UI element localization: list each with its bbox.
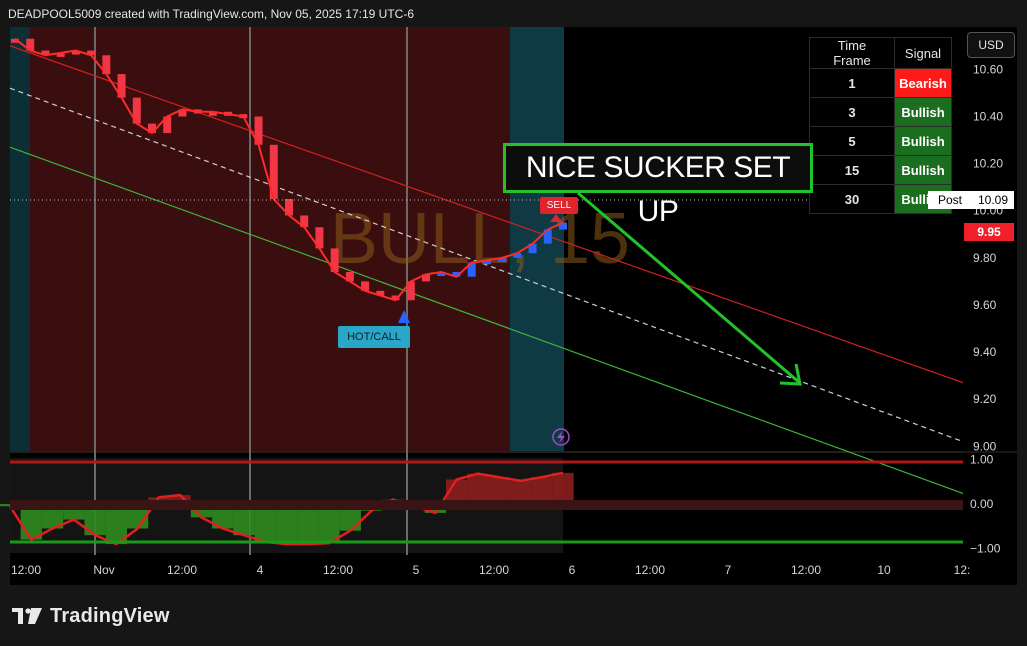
price-tick-label: 9.60 <box>973 298 997 312</box>
post-market-label: Post <box>928 191 972 209</box>
osc-tick-label: 0.00 <box>970 497 994 511</box>
time-tick-label: 7 <box>725 563 732 577</box>
table-row: 1 Bearish <box>809 68 952 98</box>
osc-zero-band <box>10 500 963 510</box>
timeframe-cell: 1 <box>809 68 895 98</box>
price-tick-label: 9.40 <box>973 345 997 359</box>
signals-table: Time Frame Signal 1 Bearish 3 Bullish 5 … <box>809 37 952 214</box>
hot-call-label: HOT/CALL <box>338 326 410 348</box>
time-tick-label: 5 <box>413 563 420 577</box>
table-row: 5 Bullish <box>809 126 952 156</box>
time-tick-label: 12:00 <box>323 563 353 577</box>
price-tick-label: 10.60 <box>973 62 1003 76</box>
table-row: 15 Bullish <box>809 155 952 185</box>
tradingview-logo: TradingView <box>12 604 170 628</box>
time-tick-label: 12:00 <box>11 563 41 577</box>
time-tick-label: 12:00 <box>167 563 197 577</box>
signal-cell: Bullish <box>894 126 952 156</box>
timeframe-cell: 5 <box>809 126 895 156</box>
price-axis-bg <box>963 27 1017 557</box>
time-axis-bg <box>10 555 1017 585</box>
currency-button[interactable]: USD <box>967 32 1015 58</box>
watermark: BULL, 15 <box>330 199 630 279</box>
sell-label: SELL <box>540 197 578 214</box>
time-tick-label: 12:00 <box>479 563 509 577</box>
time-tick-label: 6 <box>569 563 576 577</box>
tradingview-logo-icon <box>12 608 42 624</box>
timeframe-cell: 3 <box>809 97 895 127</box>
time-tick-label: Nov <box>93 563 114 577</box>
osc-histogram-bar <box>275 504 298 545</box>
osc-histogram-bar <box>467 473 489 504</box>
price-tick-label: 10.40 <box>973 110 1003 124</box>
post-market-price: 10.09 <box>972 191 1014 209</box>
tradingview-wordmark: TradingView <box>50 604 170 627</box>
osc-tick-label: 1.00 <box>970 452 994 466</box>
osc-histogram-bar <box>297 504 319 545</box>
table-header-timeframe: Time Frame <box>809 37 895 69</box>
signal-cell: Bullish <box>894 97 952 127</box>
timeframe-cell: 15 <box>809 155 895 185</box>
table-header-signal: Signal <box>894 37 952 69</box>
time-tick-label: 12:00 <box>635 563 665 577</box>
zone-teal-left <box>10 27 30 451</box>
price-tick-label: 9.20 <box>973 392 997 406</box>
time-tick-label: 12:00 <box>791 563 821 577</box>
time-tick-label: 10 <box>877 563 891 577</box>
price-tick-label: 9.00 <box>973 439 997 453</box>
last-price-badge: 9.95 <box>964 223 1014 241</box>
osc-histogram-bar <box>488 477 510 504</box>
time-tick-label: 12: <box>954 563 971 577</box>
annotation-box: NICE SUCKER SET UP <box>503 143 813 228</box>
time-tick-label: 4 <box>257 563 264 577</box>
table-row: 3 Bullish <box>809 97 952 127</box>
signal-cell: Bullish <box>894 155 952 185</box>
osc-histogram-bar <box>552 472 574 504</box>
price-tick-label: 10.20 <box>973 157 1003 171</box>
price-tick-label: 9.80 <box>973 251 997 265</box>
signal-cell: Bearish <box>894 68 952 98</box>
osc-tick-label: −1.00 <box>970 542 1001 556</box>
timeframe-cell: 30 <box>809 184 895 214</box>
osc-histogram-bar <box>531 477 553 504</box>
